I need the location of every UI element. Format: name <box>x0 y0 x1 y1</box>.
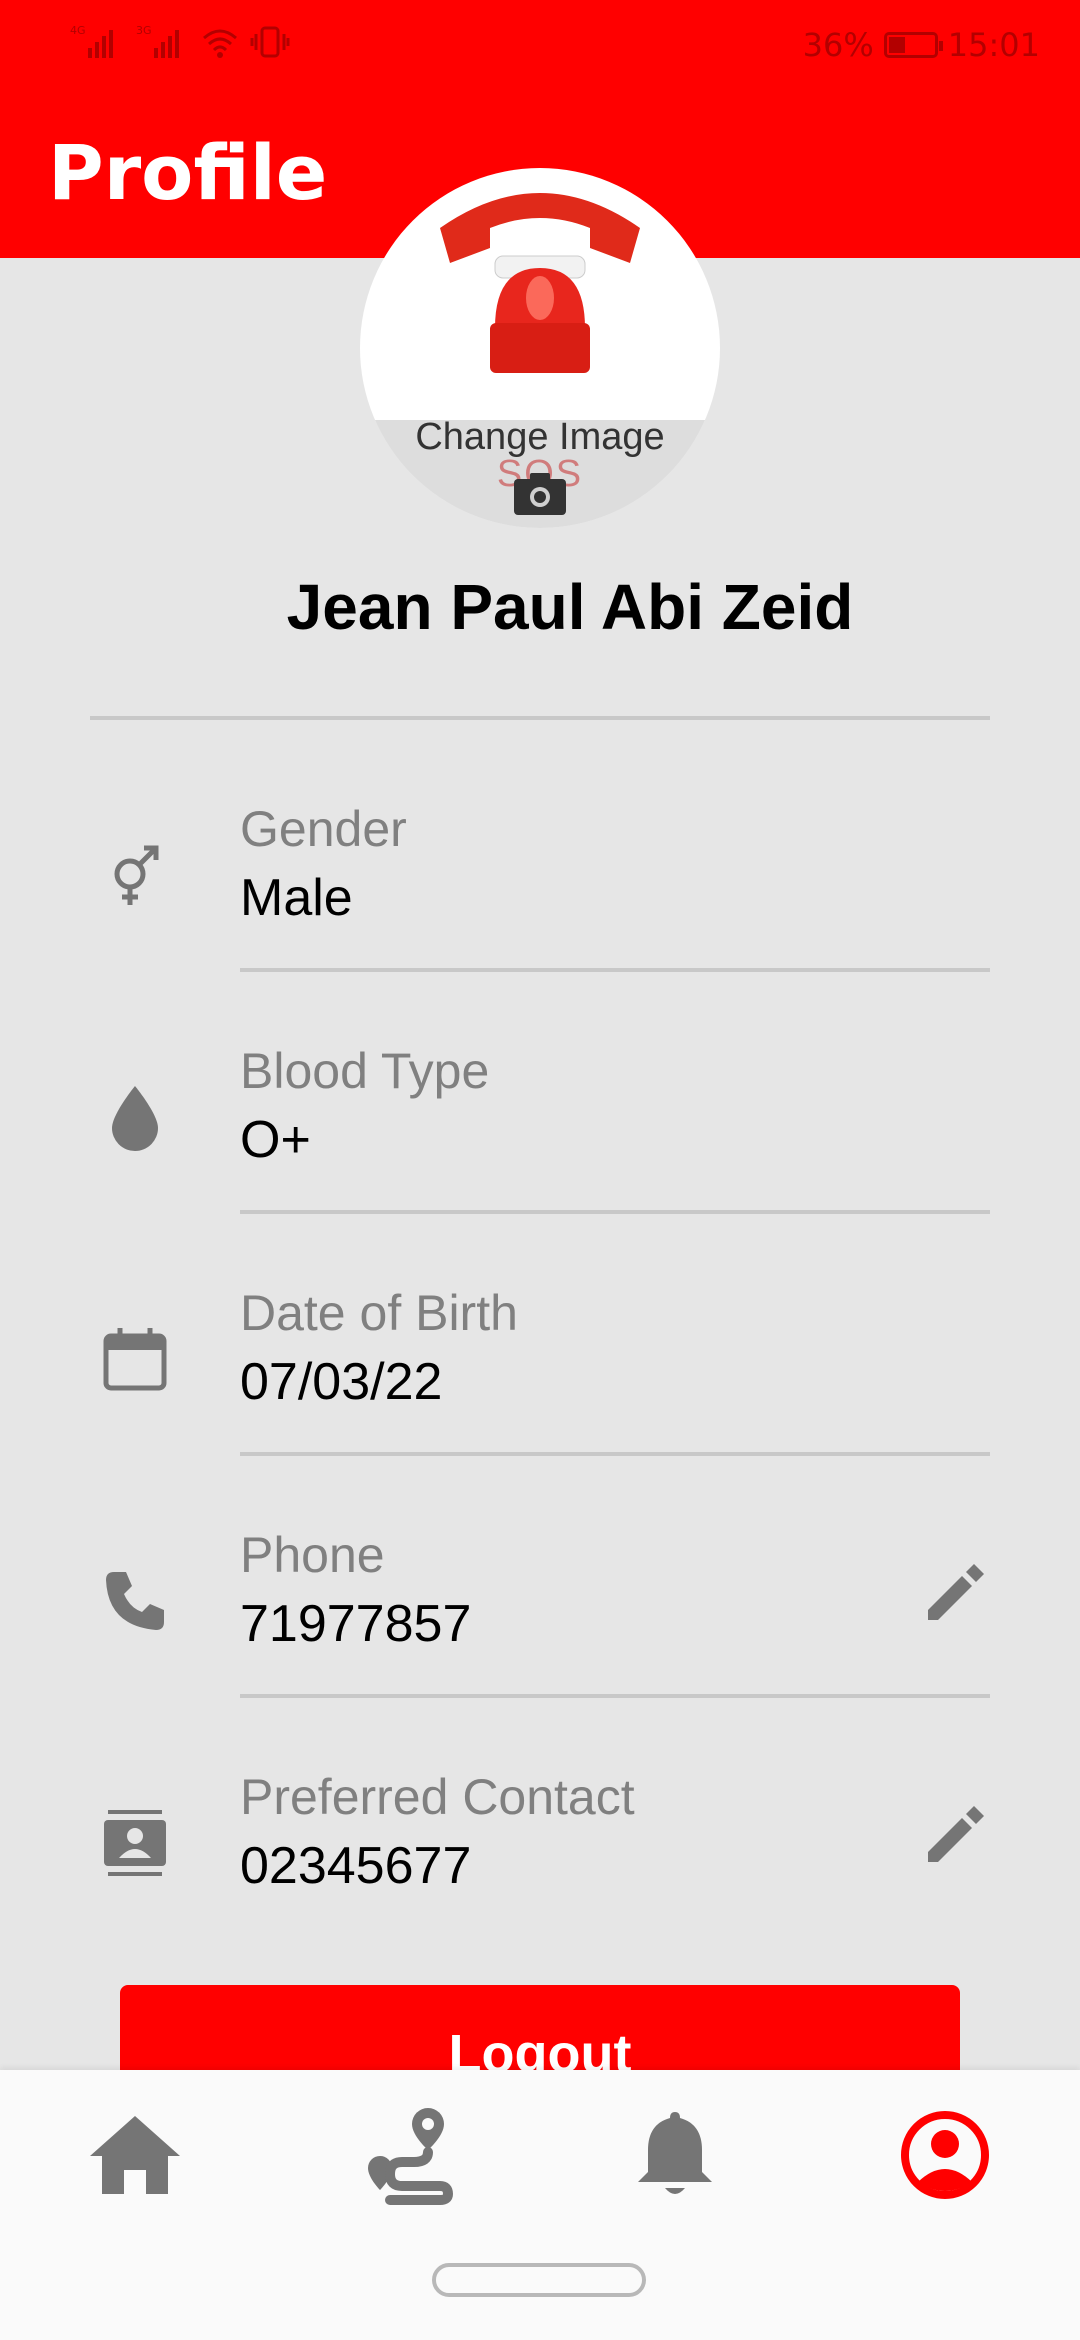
route-icon[interactable] <box>350 2100 460 2210</box>
field-value: 07/03/22 <box>240 1353 443 1411</box>
signal-3g-icon: 3G <box>136 24 179 58</box>
status-bar: 4G 3G 36% 15:01 <box>0 0 1080 90</box>
calendar-icon <box>103 1328 167 1391</box>
field-row-date-of-birth: Date of Birth 07/03/22 <box>0 1254 1080 1494</box>
status-right: 36% 15:01 <box>803 26 1040 64</box>
blood-drop-icon <box>112 1086 158 1151</box>
field-label: Gender <box>240 801 407 857</box>
home-icon[interactable] <box>80 2100 190 2210</box>
user-name: Jean Paul Abi Zeid <box>286 571 854 643</box>
profile-avatar[interactable]: Change Image SOS <box>360 168 720 528</box>
field-label: Phone <box>240 1527 385 1583</box>
field-row-preferred-contact: Preferred Contact 02345677 <box>0 1738 1080 1978</box>
battery-percent: 36% <box>802 26 874 64</box>
bell-icon[interactable] <box>620 2100 730 2210</box>
field-label: Preferred Contact <box>240 1769 635 1825</box>
row-divider <box>240 968 990 972</box>
svg-text:4G: 4G <box>70 24 86 37</box>
bottom-navigation <box>0 2070 1080 2340</box>
field-row-phone: Phone 71977857 <box>0 1496 1080 1736</box>
account-circle-icon[interactable] <box>890 2100 1000 2210</box>
page-title: Profile <box>48 128 328 217</box>
row-divider <box>240 1694 990 1698</box>
vibrate-icon <box>250 26 290 58</box>
edit-contact-icon[interactable] <box>920 1798 990 1868</box>
clock: 15:01 <box>947 26 1040 64</box>
phone-icon <box>106 1572 164 1630</box>
signal-4g-icon: 4G <box>70 24 113 58</box>
field-label: Date of Birth <box>240 1285 518 1341</box>
field-row-blood-type: Blood Type O+ <box>0 1012 1080 1252</box>
row-divider <box>240 1210 990 1214</box>
status-left: 4G 3G <box>68 24 290 60</box>
wifi-icon <box>203 29 237 58</box>
battery-icon <box>883 32 943 58</box>
edit-phone-icon[interactable] <box>920 1556 990 1626</box>
svg-text:3G: 3G <box>136 24 152 37</box>
camera-icon[interactable] <box>512 471 568 517</box>
field-label: Blood Type <box>240 1043 490 1099</box>
field-value: 02345677 <box>240 1837 472 1895</box>
divider <box>90 716 990 720</box>
field-value: Male <box>240 869 353 927</box>
row-divider <box>240 1452 990 1456</box>
contact-card-icon <box>104 1810 166 1876</box>
home-indicator[interactable] <box>432 2263 646 2297</box>
field-row-gender: Gender Male <box>0 770 1080 1010</box>
field-value: O+ <box>240 1111 311 1169</box>
field-value: 71977857 <box>240 1595 472 1653</box>
gender-icon <box>114 845 159 905</box>
